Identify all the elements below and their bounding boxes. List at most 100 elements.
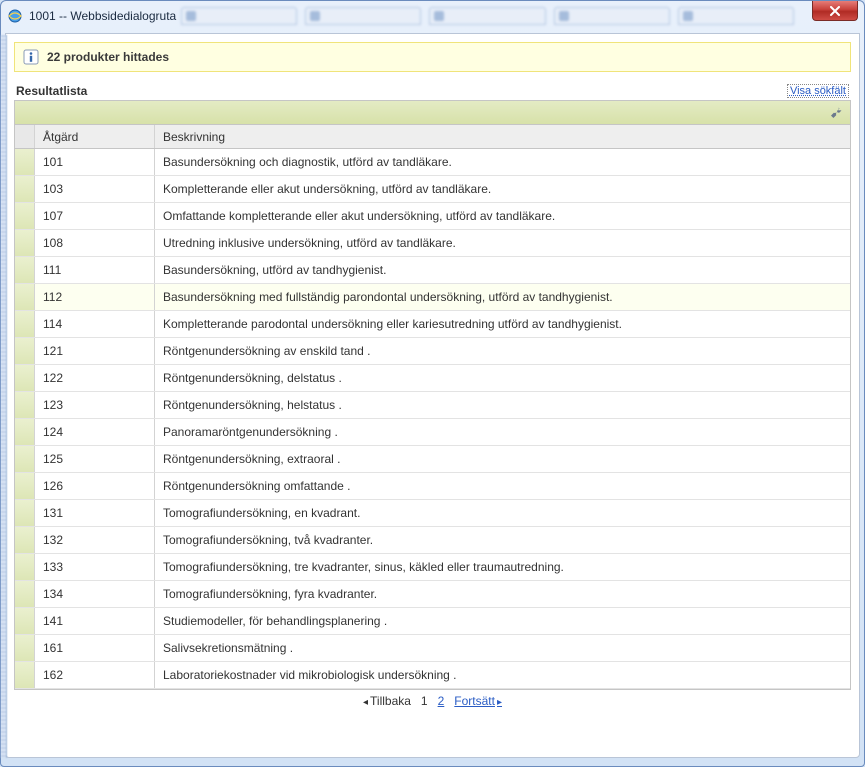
ie-icon bbox=[7, 8, 23, 24]
cell-atgard: 121 bbox=[35, 338, 155, 364]
pager-next[interactable]: Fortsätt bbox=[454, 694, 502, 708]
cell-beskrivning: Salivsekretionsmätning . bbox=[155, 635, 850, 661]
left-dock-stub bbox=[1, 35, 7, 758]
column-selector bbox=[15, 125, 35, 148]
row-selector[interactable] bbox=[15, 635, 35, 661]
titlebar: 1001 -- Webbsidedialogruta bbox=[1, 1, 864, 31]
pager-page-current: 1 bbox=[421, 694, 428, 708]
cell-atgard: 126 bbox=[35, 473, 155, 499]
table-row[interactable]: 131Tomografiundersökning, en kvadrant. bbox=[15, 500, 850, 527]
info-message: 22 produkter hittades bbox=[47, 50, 169, 64]
row-selector[interactable] bbox=[15, 311, 35, 337]
settings-icon[interactable] bbox=[828, 105, 844, 121]
row-selector[interactable] bbox=[15, 446, 35, 472]
cell-beskrivning: Basundersökning, utförd av tandhygienist… bbox=[155, 257, 850, 283]
row-selector[interactable] bbox=[15, 257, 35, 283]
cell-beskrivning: Tomografiundersökning, tre kvadranter, s… bbox=[155, 554, 850, 580]
row-selector[interactable] bbox=[15, 662, 35, 688]
cell-beskrivning: Kompletterande parodontal undersökning e… bbox=[155, 311, 850, 337]
cell-atgard: 122 bbox=[35, 365, 155, 391]
cell-beskrivning: Röntgenundersökning av enskild tand . bbox=[155, 338, 850, 364]
row-selector[interactable] bbox=[15, 176, 35, 202]
table-row[interactable]: 112Basundersökning med fullständig paron… bbox=[15, 284, 850, 311]
row-selector[interactable] bbox=[15, 581, 35, 607]
row-selector[interactable] bbox=[15, 338, 35, 364]
pager: Tillbaka 1 2 Fortsätt bbox=[14, 690, 851, 710]
table-row[interactable]: 133Tomografiundersökning, tre kvadranter… bbox=[15, 554, 850, 581]
table-row[interactable]: 101Basundersökning och diagnostik, utför… bbox=[15, 149, 850, 176]
cell-atgard: 125 bbox=[35, 446, 155, 472]
table-row[interactable]: 114Kompletterande parodontal undersöknin… bbox=[15, 311, 850, 338]
cell-beskrivning: Basundersökning med fullständig parondon… bbox=[155, 284, 850, 310]
row-selector[interactable] bbox=[15, 500, 35, 526]
row-selector[interactable] bbox=[15, 230, 35, 256]
cell-beskrivning: Laboratoriekostnader vid mikrobiologisk … bbox=[155, 662, 850, 688]
cell-beskrivning: Röntgenundersökning, extraoral . bbox=[155, 446, 850, 472]
close-button[interactable] bbox=[812, 1, 858, 21]
cell-atgard: 133 bbox=[35, 554, 155, 580]
table-row[interactable]: 111Basundersökning, utförd av tandhygien… bbox=[15, 257, 850, 284]
row-selector[interactable] bbox=[15, 365, 35, 391]
row-selector[interactable] bbox=[15, 608, 35, 634]
pager-page-2[interactable]: 2 bbox=[438, 694, 445, 708]
table-row[interactable]: 161Salivsekretionsmätning . bbox=[15, 635, 850, 662]
table-row[interactable]: 125Röntgenundersökning, extraoral . bbox=[15, 446, 850, 473]
grid-column-headers: Åtgärd Beskrivning bbox=[15, 125, 850, 149]
row-selector[interactable] bbox=[15, 473, 35, 499]
row-selector[interactable] bbox=[15, 149, 35, 175]
cell-beskrivning: Basundersökning och diagnostik, utförd a… bbox=[155, 149, 850, 175]
cell-atgard: 107 bbox=[35, 203, 155, 229]
table-row[interactable]: 122Röntgenundersökning, delstatus . bbox=[15, 365, 850, 392]
table-row[interactable]: 132Tomografiundersökning, två kvadranter… bbox=[15, 527, 850, 554]
table-row[interactable]: 124Panoramaröntgenundersökning . bbox=[15, 419, 850, 446]
content-area: 22 produkter hittades Resultatlista Visa… bbox=[5, 33, 860, 758]
column-beskrivning[interactable]: Beskrivning bbox=[155, 125, 850, 148]
table-row[interactable]: 103Kompletterande eller akut undersöknin… bbox=[15, 176, 850, 203]
info-banner: 22 produkter hittades bbox=[14, 42, 851, 72]
grid-body: 101Basundersökning och diagnostik, utför… bbox=[15, 149, 850, 689]
pager-prev[interactable]: Tillbaka bbox=[363, 694, 411, 708]
result-list: Resultatlista Visa sökfält Åtgärd Beskri… bbox=[14, 84, 851, 749]
cell-atgard: 101 bbox=[35, 149, 155, 175]
row-selector[interactable] bbox=[15, 203, 35, 229]
cell-atgard: 123 bbox=[35, 392, 155, 418]
cell-atgard: 162 bbox=[35, 662, 155, 688]
cell-beskrivning: Tomografiundersökning, fyra kvadranter. bbox=[155, 581, 850, 607]
row-selector[interactable] bbox=[15, 392, 35, 418]
cell-atgard: 131 bbox=[35, 500, 155, 526]
table-row[interactable]: 141Studiemodeller, för behandlingsplaner… bbox=[15, 608, 850, 635]
cell-beskrivning: Kompletterande eller akut undersökning, … bbox=[155, 176, 850, 202]
table-row[interactable]: 126Röntgenundersökning omfattande . bbox=[15, 473, 850, 500]
table-row[interactable]: 121Röntgenundersökning av enskild tand . bbox=[15, 338, 850, 365]
cell-beskrivning: Röntgenundersökning, delstatus . bbox=[155, 365, 850, 391]
cell-atgard: 114 bbox=[35, 311, 155, 337]
row-selector[interactable] bbox=[15, 527, 35, 553]
cell-beskrivning: Panoramaröntgenundersökning . bbox=[155, 419, 850, 445]
dialog-window: 1001 -- Webbsidedialogruta 22 produkter … bbox=[0, 0, 865, 767]
grid-toolbar bbox=[15, 101, 850, 125]
cell-atgard: 141 bbox=[35, 608, 155, 634]
cell-atgard: 111 bbox=[35, 257, 155, 283]
row-selector[interactable] bbox=[15, 419, 35, 445]
background-tabs bbox=[181, 7, 794, 25]
close-icon bbox=[829, 6, 841, 16]
table-row[interactable]: 123Röntgenundersökning, helstatus . bbox=[15, 392, 850, 419]
cell-atgard: 112 bbox=[35, 284, 155, 310]
grid: Åtgärd Beskrivning 101Basundersökning oc… bbox=[14, 100, 851, 690]
cell-beskrivning: Röntgenundersökning omfattande . bbox=[155, 473, 850, 499]
info-icon bbox=[23, 49, 39, 65]
list-header-row: Resultatlista Visa sökfält bbox=[14, 84, 851, 100]
table-row[interactable]: 162Laboratoriekostnader vid mikrobiologi… bbox=[15, 662, 850, 689]
table-row[interactable]: 107Omfattande kompletterande eller akut … bbox=[15, 203, 850, 230]
column-atgard[interactable]: Åtgärd bbox=[35, 125, 155, 148]
cell-atgard: 103 bbox=[35, 176, 155, 202]
row-selector[interactable] bbox=[15, 284, 35, 310]
cell-beskrivning: Tomografiundersökning, en kvadrant. bbox=[155, 500, 850, 526]
cell-atgard: 161 bbox=[35, 635, 155, 661]
show-search-link[interactable]: Visa sökfält bbox=[787, 84, 849, 98]
list-title: Resultatlista bbox=[16, 84, 87, 98]
table-row[interactable]: 108Utredning inklusive undersökning, utf… bbox=[15, 230, 850, 257]
row-selector[interactable] bbox=[15, 554, 35, 580]
cell-beskrivning: Omfattande kompletterande eller akut und… bbox=[155, 203, 850, 229]
table-row[interactable]: 134Tomografiundersökning, fyra kvadrante… bbox=[15, 581, 850, 608]
